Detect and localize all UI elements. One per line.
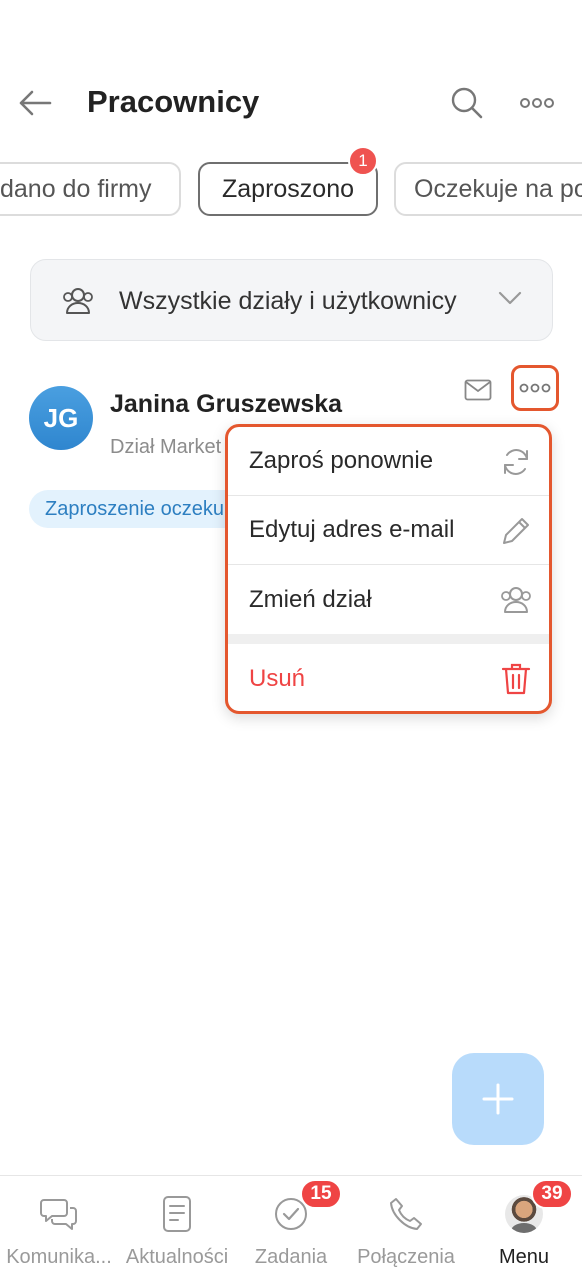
chevron-down-icon <box>498 290 522 311</box>
menu-divider <box>228 634 549 644</box>
nav-messenger[interactable]: Komunika... <box>0 1176 118 1280</box>
pencil-icon <box>499 514 533 548</box>
employee-department: Dział Market <box>110 436 222 458</box>
users-icon <box>61 286 95 321</box>
chip-label: dano do firmy <box>0 174 152 203</box>
search-icon <box>451 87 483 119</box>
chat-icon <box>39 1194 79 1234</box>
nav-label: Zadania <box>254 1246 328 1268</box>
page-title: Pracownicy <box>87 84 260 119</box>
nav-label: Menu <box>498 1246 550 1268</box>
chip-count-badge: 1 <box>348 146 378 176</box>
invitation-status-badge: Zaproszenie oczeku <box>29 490 249 528</box>
add-employee-fab[interactable] <box>452 1053 544 1145</box>
chip-added-to-company[interactable]: dano do firmy <box>0 162 181 216</box>
nav-label: Aktualności <box>125 1246 229 1268</box>
menu-item-label: Zmień dział <box>249 585 372 613</box>
menu-item-reinvite[interactable]: Zaproś ponownie <box>228 427 549 496</box>
search-button[interactable] <box>446 82 488 124</box>
plus-icon <box>482 1083 514 1115</box>
refresh-icon <box>499 445 533 479</box>
employee-more-button[interactable] <box>511 365 559 411</box>
chip-pending[interactable]: Oczekuje na po <box>394 162 582 216</box>
department-selector[interactable]: Wszystkie działy i użytkownicy <box>30 259 553 341</box>
back-button[interactable] <box>14 82 56 124</box>
menu-item-change-department[interactable]: Zmień dział <box>228 565 549 634</box>
employee-context-menu: Zaproś ponownie Edytuj adres e-mail Zmie… <box>225 424 552 714</box>
nav-calls[interactable]: Połączenia <box>346 1176 466 1280</box>
more-options-button[interactable] <box>514 82 560 124</box>
chip-label: Zaproszono <box>221 174 355 203</box>
department-selector-label: Wszystkie działy i użytkownicy <box>119 287 457 315</box>
menu-item-edit-email[interactable]: Edytuj adres e-mail <box>228 496 549 565</box>
bottom-navigation: Komunika... Aktualności Zadania Połączen… <box>0 1175 582 1280</box>
employee-avatar[interactable]: JG <box>29 386 93 450</box>
menu-count-badge: 39 <box>531 1179 573 1209</box>
nav-label: Połączenia <box>357 1246 455 1268</box>
menu-item-label: Edytuj adres e-mail <box>249 516 455 543</box>
employee-name[interactable]: Janina Gruszewska <box>110 390 342 419</box>
trash-icon <box>499 662 533 696</box>
tasks-count-badge: 15 <box>300 1179 342 1209</box>
nav-news[interactable]: Aktualności <box>118 1176 236 1280</box>
mail-icon <box>464 379 492 401</box>
menu-item-label: Usuń <box>249 664 306 692</box>
nav-label: Komunika... <box>6 1246 112 1268</box>
more-dots-icon <box>519 383 551 393</box>
users-icon <box>499 583 533 617</box>
menu-item-label: Zaproś ponownie <box>249 447 434 474</box>
news-icon <box>157 1194 197 1234</box>
send-email-button[interactable] <box>460 374 496 406</box>
phone-icon <box>386 1194 426 1234</box>
chip-label: Oczekuje na po <box>414 174 582 203</box>
filter-chips: dano do firmy Zaproszono Oczekuje na po <box>0 162 582 218</box>
arrow-left-icon <box>19 90 52 116</box>
more-dots-icon <box>520 98 554 108</box>
menu-item-delete[interactable]: Usuń <box>228 644 549 711</box>
